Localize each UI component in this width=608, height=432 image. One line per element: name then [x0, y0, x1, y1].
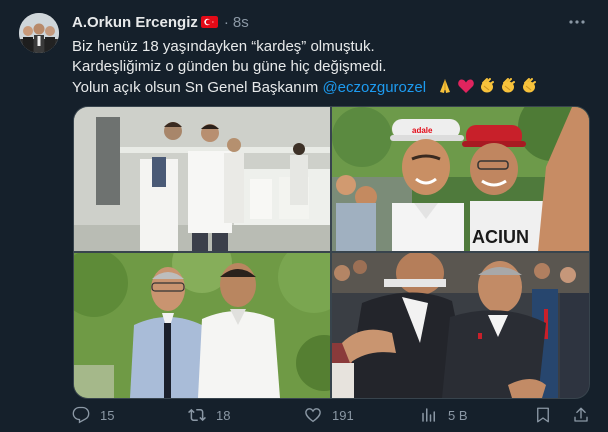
photo-embrace[interactable]	[332, 253, 589, 398]
selfie-photo-image: adale ACIUN	[332, 107, 589, 251]
shirt-text: ACIUN	[472, 227, 529, 247]
mention-link[interactable]: @eczozgurozel	[322, 79, 426, 96]
clapping-hands-icon	[523, 78, 537, 93]
photo-lab-1[interactable]	[74, 107, 330, 251]
like-count: 191	[332, 407, 354, 423]
avatar[interactable]	[19, 13, 59, 53]
share-icon[interactable]	[572, 406, 590, 424]
reply-count: 15	[100, 407, 115, 423]
turkey-flag-icon	[200, 16, 218, 28]
tweet-card[interactable]: A.Orkun Ercengiz · 8s Biz henüz 18 yaşın…	[0, 0, 608, 432]
tweet-line-1: Biz henüz 18 yaşındayken “kardeş” olmuşt…	[72, 38, 375, 55]
author-name[interactable]: A.Orkun Ercengiz	[72, 14, 198, 31]
red-heart-icon	[458, 79, 475, 93]
like-button[interactable]: 191	[304, 406, 354, 424]
tweet-line-2: Kardeşliğimiz o günden bu güne hiç değiş…	[72, 58, 387, 75]
more-options-icon[interactable]	[568, 13, 586, 31]
emoji-group	[436, 77, 538, 95]
tweet-line-3-text: Yolun açık olsun Sn Genel Başkanım	[72, 79, 323, 96]
cap-logo-text: adale	[412, 126, 433, 135]
heart-icon	[305, 408, 321, 423]
tweet-header: A.Orkun Ercengiz · 8s	[72, 12, 249, 32]
reply-icon	[72, 406, 90, 424]
portrait-photo-image	[74, 253, 330, 398]
tweet-line-3: Yolun açık olsun Sn Genel Başkanım @eczo…	[72, 77, 592, 98]
separator-dot: ·	[223, 13, 229, 31]
reply-button[interactable]: 15	[72, 406, 114, 424]
photo-selfie[interactable]: adale ACIUN	[332, 107, 589, 251]
retweet-button[interactable]: 18	[188, 406, 230, 424]
retweet-count: 18	[216, 407, 231, 423]
views-button[interactable]: 5 B	[420, 406, 468, 424]
bookmark-icon[interactable]	[534, 406, 552, 424]
timestamp[interactable]: 8s	[233, 14, 249, 31]
folded-hands-icon	[440, 79, 451, 93]
avatar-image	[19, 13, 59, 53]
embrace-photo-image	[332, 253, 589, 398]
lab-photo-image	[74, 107, 330, 251]
tweet-text: Biz henüz 18 yaşındayken “kardeş” olmuşt…	[72, 37, 592, 98]
clapping-hands-icon	[481, 78, 495, 93]
photo-portrait[interactable]	[74, 253, 330, 398]
retweet-icon	[188, 408, 206, 422]
media-grid: adale ACIUN	[73, 106, 590, 399]
action-bar: 15 18 191 5 B	[72, 406, 592, 428]
views-count: 5 B	[448, 407, 468, 423]
clapping-hands-icon	[502, 78, 516, 93]
views-chart-icon	[422, 408, 435, 422]
